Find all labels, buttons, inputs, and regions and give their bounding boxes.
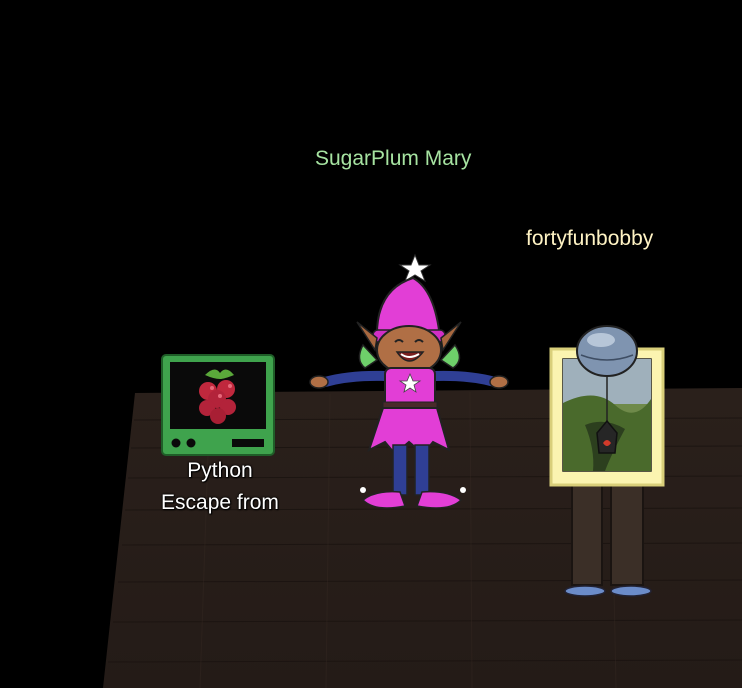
game-scene: Python Escape from SugarPlum Mary fortyf…: [0, 0, 742, 688]
player-name-label: fortyfunbobby: [526, 227, 654, 250]
star-icon: [398, 253, 432, 283]
terminal-label: Python Escape from: [140, 455, 300, 519]
npc-name-label: SugarPlum Mary: [315, 147, 472, 170]
terminal-label-line2: Escape from: [161, 491, 279, 514]
player-avatar[interactable]: [545, 325, 670, 600]
python-terminal[interactable]: [160, 353, 276, 457]
sugarplum-mary-elf[interactable]: [305, 250, 510, 520]
terminal-label-line1: Python: [187, 459, 253, 482]
